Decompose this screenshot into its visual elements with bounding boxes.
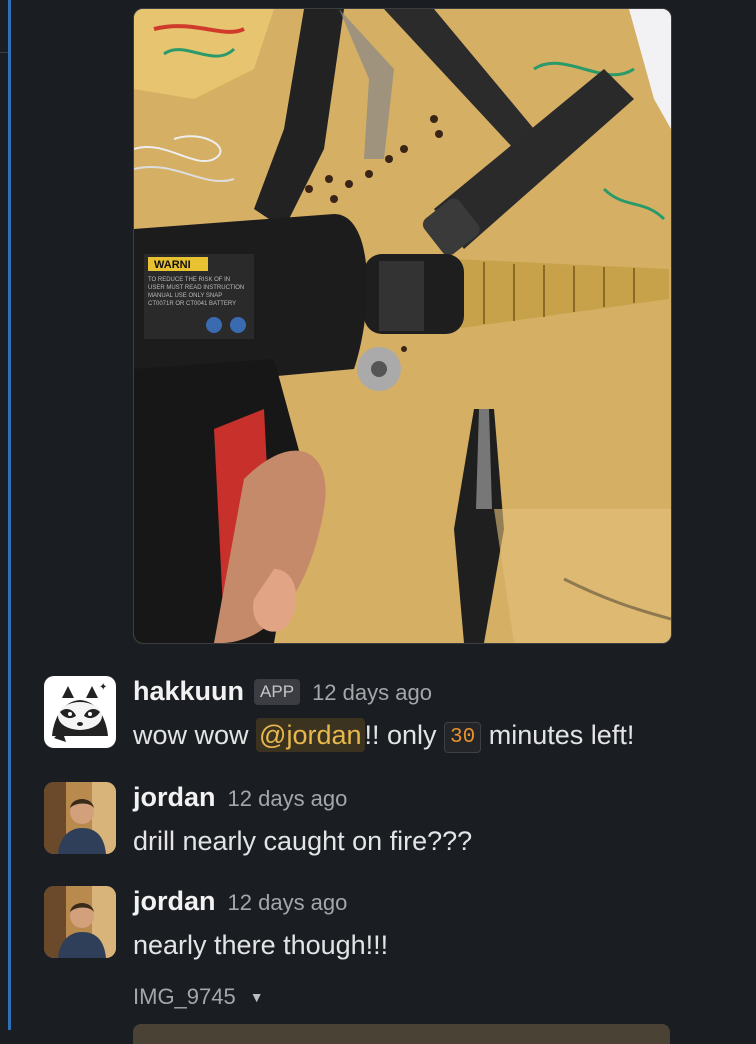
avatar[interactable] xyxy=(44,886,116,958)
caret-down-icon[interactable]: ▼ xyxy=(250,989,264,1005)
left-rail xyxy=(0,0,14,1030)
text-segment: !! only xyxy=(364,720,445,750)
rail-divider xyxy=(0,0,8,53)
message-text: drill nearly caught on fire??? xyxy=(133,826,473,856)
timestamp[interactable]: 12 days ago xyxy=(228,786,348,812)
image-attachment[interactable]: WARNI TO REDUCE THE RISK OF IN USER MUST… xyxy=(133,8,672,644)
svg-text:TO REDUCE THE RISK OF IN: TO REDUCE THE RISK OF IN xyxy=(148,277,230,283)
message-header: jordan 12 days ago xyxy=(133,886,347,917)
text-segment: wow wow xyxy=(133,720,257,750)
person-avatar-icon xyxy=(44,886,116,958)
svg-text:MANUAL USE ONLY SNAP: MANUAL USE ONLY SNAP xyxy=(148,293,222,299)
author-name[interactable]: jordan xyxy=(133,782,216,813)
raccoon-avatar-icon: ✦ xyxy=(44,676,116,748)
message-header: jordan 12 days ago xyxy=(133,782,347,813)
timestamp[interactable]: 12 days ago xyxy=(228,890,348,916)
timestamp[interactable]: 12 days ago xyxy=(312,680,432,706)
app-badge: APP xyxy=(254,679,301,705)
avatar[interactable] xyxy=(44,782,116,854)
message-header: hakkuun APP 12 days ago xyxy=(133,676,432,708)
svg-text:WARNI: WARNI xyxy=(154,259,191,271)
svg-text:✦: ✦ xyxy=(99,682,107,693)
svg-text:CT0071R OR CT0041 BATTERY: CT0071R OR CT0041 BATTERY xyxy=(148,301,236,307)
message-text: wow wow @jordan!! only 30 minutes left! xyxy=(133,718,635,753)
author-name[interactable]: jordan xyxy=(133,886,216,917)
image-preview-partial[interactable] xyxy=(133,1024,670,1044)
file-attachment-toggle[interactable]: IMG_9745 ▼ xyxy=(133,984,264,1010)
thread-rail-line xyxy=(8,0,11,1030)
avatar[interactable]: ✦ xyxy=(44,676,116,748)
inline-code: 30 xyxy=(444,722,482,753)
text-segment: minutes left! xyxy=(481,720,635,750)
person-avatar-icon xyxy=(44,782,116,854)
author-name[interactable]: hakkuun xyxy=(133,676,244,707)
message-text: nearly there though!!! xyxy=(133,930,389,960)
user-mention[interactable]: @jordan xyxy=(256,718,365,752)
file-name[interactable]: IMG_9745 xyxy=(133,984,236,1010)
photo-drill-guitar-image: WARNI TO REDUCE THE RISK OF IN USER MUST… xyxy=(134,9,671,643)
svg-text:USER MUST READ INSTRUCTION: USER MUST READ INSTRUCTION xyxy=(148,285,244,291)
